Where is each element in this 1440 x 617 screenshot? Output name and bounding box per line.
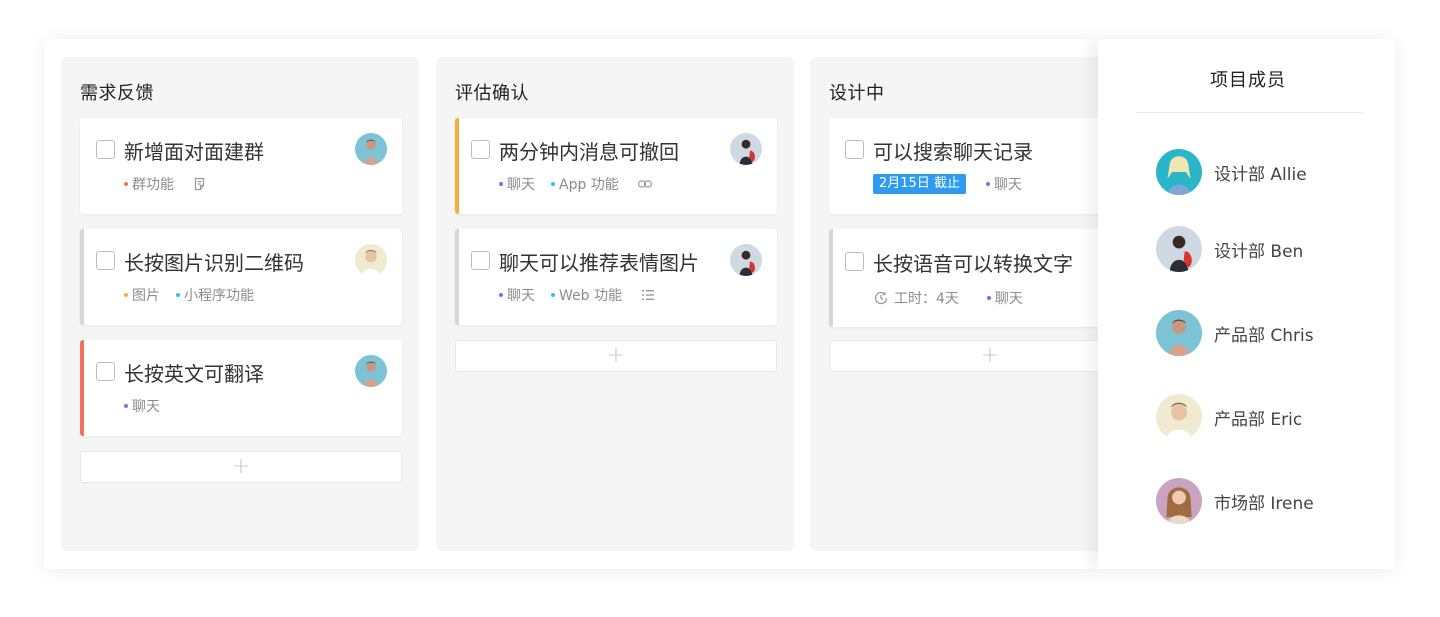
add-card-button[interactable]: + xyxy=(455,340,777,372)
task-title: 长按图片识别二维码 xyxy=(124,251,304,275)
task-checkbox[interactable] xyxy=(96,251,115,270)
member-item[interactable]: 产品部 Eric xyxy=(1156,394,1302,440)
tag: 聊天 xyxy=(499,285,535,305)
kanban-board: 需求反馈 新增面对面建群 群功能 长按图片识别二维码 图片 小程序功能 长按英文… xyxy=(44,39,1395,569)
assignee-avatar[interactable] xyxy=(355,244,387,276)
column-title: 设计中 xyxy=(829,83,885,104)
task-checkbox[interactable] xyxy=(471,251,490,270)
project-members-panel: 项目成员 设计部 Allie 设计部 Ben 产品部 Chris 产品部 Eri… xyxy=(1098,39,1395,569)
member-item[interactable]: 市场部 Irene xyxy=(1156,478,1314,524)
task-meta: 聊天 xyxy=(124,397,176,415)
member-name: 设计部 Allie xyxy=(1214,164,1307,185)
tag: 小程序功能 xyxy=(176,285,254,305)
divider xyxy=(1136,112,1362,113)
member-name: 市场部 Irene xyxy=(1214,493,1314,514)
panel-title: 项目成员 xyxy=(1210,70,1286,91)
member-name: 产品部 Eric xyxy=(1214,409,1303,430)
task-title: 长按语音可以转换文字 xyxy=(873,252,1073,276)
task-title: 可以搜索聊天记录 xyxy=(873,140,1033,164)
task-card[interactable]: 新增面对面建群 群功能 xyxy=(80,118,402,214)
list-icon xyxy=(640,287,656,303)
member-item[interactable]: 设计部 Ben xyxy=(1156,226,1303,272)
task-meta: 聊天 Web 功能 xyxy=(499,286,656,304)
member-name: 设计部 Ben xyxy=(1214,241,1304,262)
tag: 群功能 xyxy=(124,174,174,194)
add-card-button[interactable]: + xyxy=(80,451,402,483)
member-item[interactable]: 产品部 Chris xyxy=(1156,310,1314,356)
avatar xyxy=(1156,394,1202,440)
due-date-badge: 2月15日 截止 xyxy=(873,174,966,194)
column-title: 评估确认 xyxy=(455,83,529,104)
avatar xyxy=(1156,478,1202,524)
task-meta: 工时：4天 聊天 xyxy=(873,289,1039,307)
column-evaluation: 评估确认 两分钟内消息可撤回 聊天 App 功能 聊天可以推荐表情图片 聊天 W… xyxy=(436,57,794,551)
tag: Web 功能 xyxy=(551,285,622,305)
tag: 聊天 xyxy=(124,396,160,416)
task-meta: 群功能 xyxy=(124,175,208,193)
assignee-avatar[interactable] xyxy=(355,355,387,387)
task-meta: 图片 小程序功能 xyxy=(124,286,270,304)
tag: App 功能 xyxy=(551,174,619,194)
document-icon xyxy=(192,176,208,192)
task-checkbox[interactable] xyxy=(845,140,864,159)
avatar xyxy=(1156,310,1202,356)
work-hours: 工时：4天 xyxy=(873,288,959,308)
task-checkbox[interactable] xyxy=(471,140,490,159)
task-title: 新增面对面建群 xyxy=(124,140,264,164)
task-card[interactable]: 两分钟内消息可撤回 聊天 App 功能 xyxy=(455,118,777,214)
task-title: 长按英文可翻译 xyxy=(124,362,264,386)
member-item[interactable]: 设计部 Allie xyxy=(1156,149,1307,195)
task-card[interactable]: 长按图片识别二维码 图片 小程序功能 xyxy=(80,229,402,325)
task-card[interactable]: 长按英文可翻译 聊天 xyxy=(80,340,402,436)
assignee-avatar[interactable] xyxy=(355,133,387,165)
tag: 图片 xyxy=(124,285,160,305)
avatar xyxy=(1156,149,1202,195)
task-checkbox[interactable] xyxy=(96,362,115,381)
assignee-avatar[interactable] xyxy=(730,244,762,276)
tag: 聊天 xyxy=(499,174,535,194)
link-icon xyxy=(637,176,653,192)
clock-icon xyxy=(874,291,888,305)
task-meta: 聊天 App 功能 xyxy=(499,175,653,193)
task-checkbox[interactable] xyxy=(96,140,115,159)
task-card[interactable]: 聊天可以推荐表情图片 聊天 Web 功能 xyxy=(455,229,777,325)
tag: 聊天 xyxy=(986,288,1023,308)
task-title: 聊天可以推荐表情图片 xyxy=(499,251,699,275)
task-meta: 2月15日 截止 聊天 xyxy=(873,174,1038,194)
task-checkbox[interactable] xyxy=(845,252,864,271)
column-title: 需求反馈 xyxy=(80,83,154,104)
avatar xyxy=(1156,226,1202,272)
tag: 聊天 xyxy=(985,174,1022,194)
task-title: 两分钟内消息可撤回 xyxy=(499,140,679,164)
member-name: 产品部 Chris xyxy=(1214,325,1314,346)
assignee-avatar[interactable] xyxy=(730,133,762,165)
column-requirements: 需求反馈 新增面对面建群 群功能 长按图片识别二维码 图片 小程序功能 长按英文… xyxy=(61,57,419,551)
